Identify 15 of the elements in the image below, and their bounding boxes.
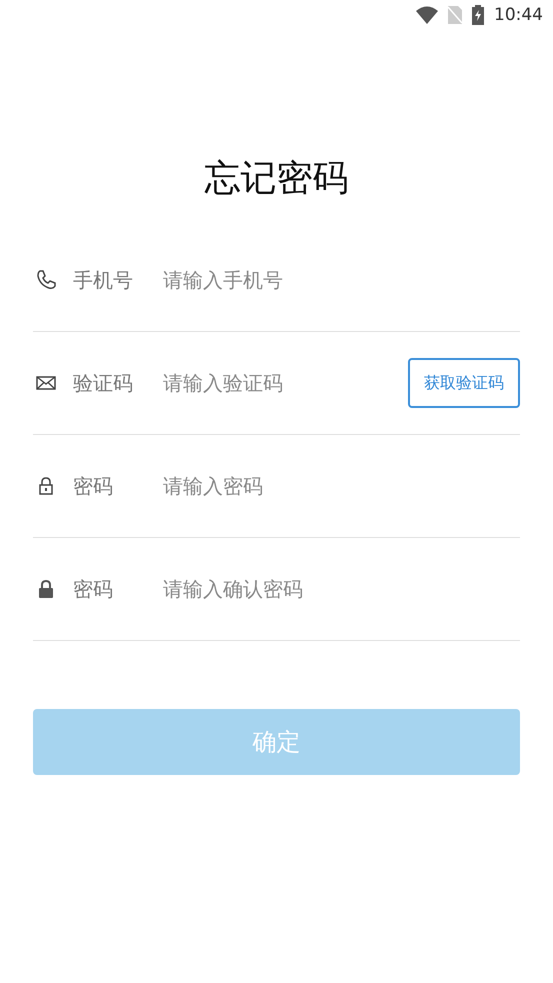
wifi-icon [416, 6, 438, 24]
field-label: 密码 [73, 576, 114, 602]
status-time: 10:44 [494, 5, 543, 25]
field-label: 验证码 [73, 370, 134, 396]
phone-icon [35, 269, 57, 291]
field-label: 密码 [73, 472, 114, 500]
get-code-button[interactable]: 获取验证码 [408, 358, 520, 408]
battery-charging-icon [472, 5, 484, 25]
no-sim-icon [448, 6, 462, 24]
input-field[interactable]: 请输入验证码 [163, 371, 408, 395]
input-field[interactable]: 请输入密码 [163, 474, 520, 498]
input-field[interactable]: 请输入手机号 [163, 268, 520, 292]
input-field[interactable]: 请输入确认密码 [163, 577, 520, 601]
field-label: 手机号 [73, 266, 134, 294]
page-title: 忘记密码 [204, 157, 350, 201]
